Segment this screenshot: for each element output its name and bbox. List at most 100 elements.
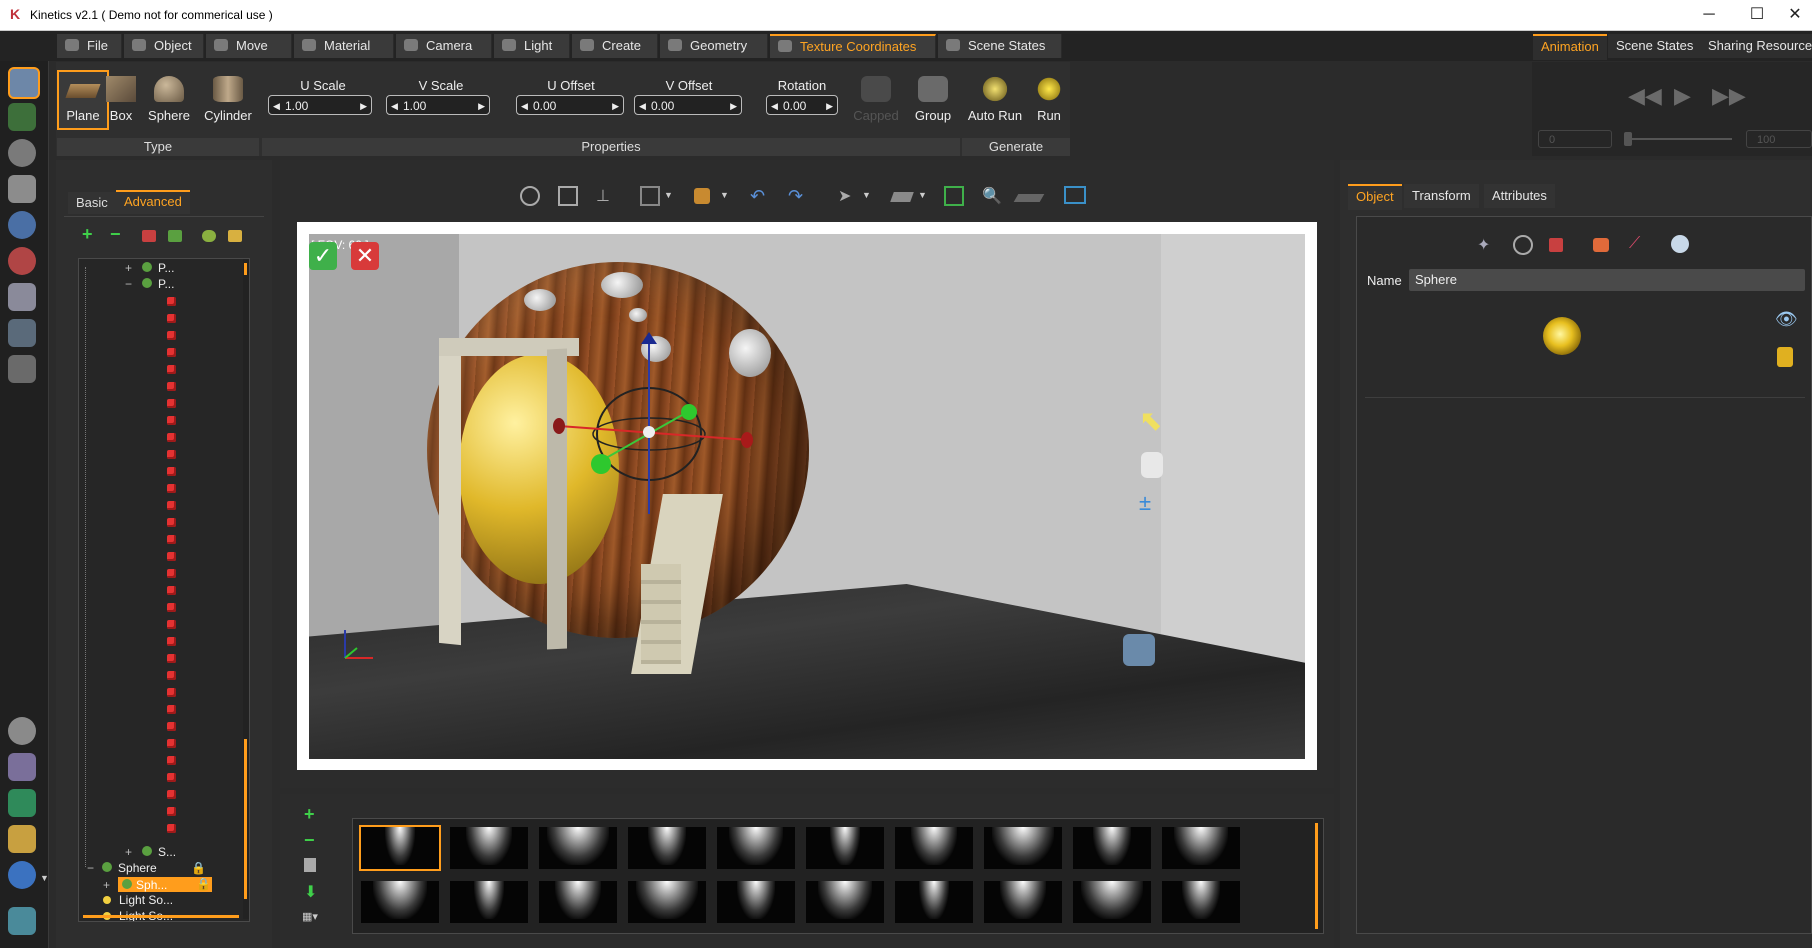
frame-start-field[interactable]: 0 <box>1538 130 1612 148</box>
tab-animation[interactable]: Animation <box>1533 34 1607 60</box>
light-preset-thumbnail[interactable] <box>450 827 528 869</box>
decrement-arrow-icon[interactable]: ◀ <box>273 96 280 116</box>
tree-cube-item[interactable] <box>167 399 176 408</box>
dropdown-arrow-icon[interactable]: ▼ <box>720 190 740 210</box>
light-preset-thumbnail[interactable] <box>806 881 884 923</box>
image-gallery-icon[interactable] <box>8 753 36 781</box>
tree-cube-item[interactable] <box>167 807 176 816</box>
rotation-spinbox[interactable]: ◀ 0.00 ▶ <box>766 95 838 115</box>
tab-scene-states-right[interactable]: Scene States <box>1608 34 1702 58</box>
increment-arrow-icon[interactable]: ▶ <box>730 96 737 116</box>
light-preset-thumbnail[interactable] <box>1162 881 1240 923</box>
object-name-input[interactable]: Sphere <box>1409 269 1805 291</box>
light-preset-thumbnail[interactable] <box>450 881 528 923</box>
zoom-plus-minus-icon[interactable]: ± <box>1139 490 1151 516</box>
increment-arrow-icon[interactable]: ▶ <box>360 96 367 116</box>
tree-cube-item[interactable] <box>167 297 176 306</box>
preset-scrollbar[interactable] <box>1315 823 1318 929</box>
light-preset-thumbnail[interactable] <box>1073 881 1151 923</box>
timeline-handle[interactable] <box>1624 132 1632 146</box>
dropdown-arrow-icon[interactable]: ▼ <box>918 190 938 210</box>
tab-move[interactable]: Move <box>206 34 292 58</box>
preset-library-icon[interactable] <box>304 858 316 872</box>
redo-icon[interactable]: ↷ <box>788 186 808 206</box>
tab-file[interactable]: File <box>57 34 122 58</box>
increment-arrow-icon[interactable]: ▶ <box>612 96 619 116</box>
tree-item-sph-selected[interactable]: + Sph... 🔒 <box>103 877 213 893</box>
lock-icon[interactable]: 🔒 <box>191 861 206 875</box>
light-preset-thumbnail[interactable] <box>806 827 884 869</box>
tree-cube-item[interactable] <box>167 773 176 782</box>
tab-advanced[interactable]: Advanced <box>116 190 190 214</box>
remove-preset-icon[interactable]: − <box>304 830 315 851</box>
light-preset-thumbnail[interactable] <box>717 827 795 869</box>
orbit-icon[interactable] <box>520 186 540 206</box>
book-icon[interactable] <box>8 175 36 203</box>
tree-cube-item[interactable] <box>167 382 176 391</box>
spheres-icon[interactable] <box>8 247 36 275</box>
add-light-icon[interactable] <box>228 230 242 242</box>
view-mode-dropdown-icon[interactable]: ▦▾ <box>302 910 318 923</box>
tree-cube-item[interactable] <box>167 671 176 680</box>
visibility-eye-icon[interactable]: 👁 <box>1775 309 1798 330</box>
rotate-node-icon[interactable] <box>202 230 216 242</box>
decrement-arrow-icon[interactable]: ◀ <box>639 96 646 116</box>
group-button[interactable]: Group <box>906 70 960 130</box>
close-button[interactable]: ✕ <box>1780 4 1810 26</box>
tree-cube-item[interactable] <box>167 569 176 578</box>
cylinder-tool-button[interactable]: Cylinder <box>198 70 258 130</box>
run-button[interactable]: Run <box>1024 70 1074 130</box>
tree-cube-item[interactable] <box>167 637 176 646</box>
sphere-tool-button[interactable]: Sphere <box>143 70 195 130</box>
tab-attributes[interactable]: Attributes <box>1484 184 1555 208</box>
u-offset-spinbox[interactable]: ◀ 0.00 ▶ <box>516 95 624 115</box>
tree-cube-item[interactable] <box>167 824 176 833</box>
tab-texture-coordinates[interactable]: Texture Coordinates <box>770 34 936 58</box>
fit-view-icon[interactable] <box>944 186 964 206</box>
light-preset-thumbnail[interactable] <box>984 827 1062 869</box>
key-icon[interactable] <box>8 825 36 853</box>
tree-cube-item[interactable] <box>167 552 176 561</box>
play-button[interactable]: ▶ <box>1674 84 1702 108</box>
box-view-icon[interactable] <box>694 188 710 204</box>
dragon-icon[interactable] <box>8 283 36 311</box>
tab-scene-states[interactable]: Scene States <box>938 34 1062 58</box>
pick-icon[interactable]: ⟋ <box>1629 235 1649 255</box>
tab-basic[interactable]: Basic <box>68 192 116 214</box>
material-ball-icon[interactable] <box>1671 235 1689 253</box>
code-icon[interactable] <box>8 319 36 347</box>
tab-object[interactable]: Object <box>124 34 204 58</box>
download-preset-icon[interactable]: ⬇ <box>304 882 317 902</box>
settings-gear-icon[interactable] <box>8 717 36 745</box>
frame-icon[interactable] <box>640 186 660 206</box>
dropdown-arrow-icon[interactable]: ▼ <box>862 190 882 210</box>
tree-item-p2[interactable]: − P... <box>125 277 174 293</box>
tree-cube-item[interactable] <box>167 739 176 748</box>
picture-icon[interactable] <box>8 103 36 131</box>
tree-cube-item[interactable] <box>167 620 176 629</box>
light-preset-thumbnail[interactable] <box>628 827 706 869</box>
remove-node-icon[interactable]: − <box>110 224 121 245</box>
render-screen-icon[interactable] <box>1064 186 1086 204</box>
tab-geometry[interactable]: Geometry <box>660 34 768 58</box>
scene-globe-icon[interactable] <box>8 67 40 99</box>
u-scale-spinbox[interactable]: ◀ 1.00 ▶ <box>268 95 372 115</box>
axes-icon[interactable]: ⊥ <box>596 186 616 206</box>
group-node-icon[interactable] <box>168 230 182 242</box>
lock-icon[interactable]: 🔒 <box>196 877 211 891</box>
tree-cube-item[interactable] <box>167 586 176 595</box>
increment-arrow-icon[interactable]: ▶ <box>478 96 485 116</box>
paint-icon[interactable] <box>1593 238 1609 252</box>
tree-cube-item[interactable] <box>167 314 176 323</box>
pointer-icon[interactable]: ➤ <box>838 186 858 206</box>
v-offset-spinbox[interactable]: ◀ 0.00 ▶ <box>634 95 742 115</box>
tree-item-light-1[interactable]: Light So... <box>103 893 173 909</box>
light-preset-thumbnail[interactable] <box>539 881 617 923</box>
tab-transform[interactable]: Transform <box>1404 184 1479 208</box>
tree-scrollbar-thumb[interactable] <box>244 739 247 899</box>
tree-cube-item[interactable] <box>167 654 176 663</box>
transform-gizmo[interactable] <box>549 314 769 514</box>
light-preset-thumbnail[interactable] <box>717 881 795 923</box>
tree-item-s[interactable]: + S... <box>125 845 176 861</box>
light-preset-thumbnail[interactable] <box>628 881 706 923</box>
